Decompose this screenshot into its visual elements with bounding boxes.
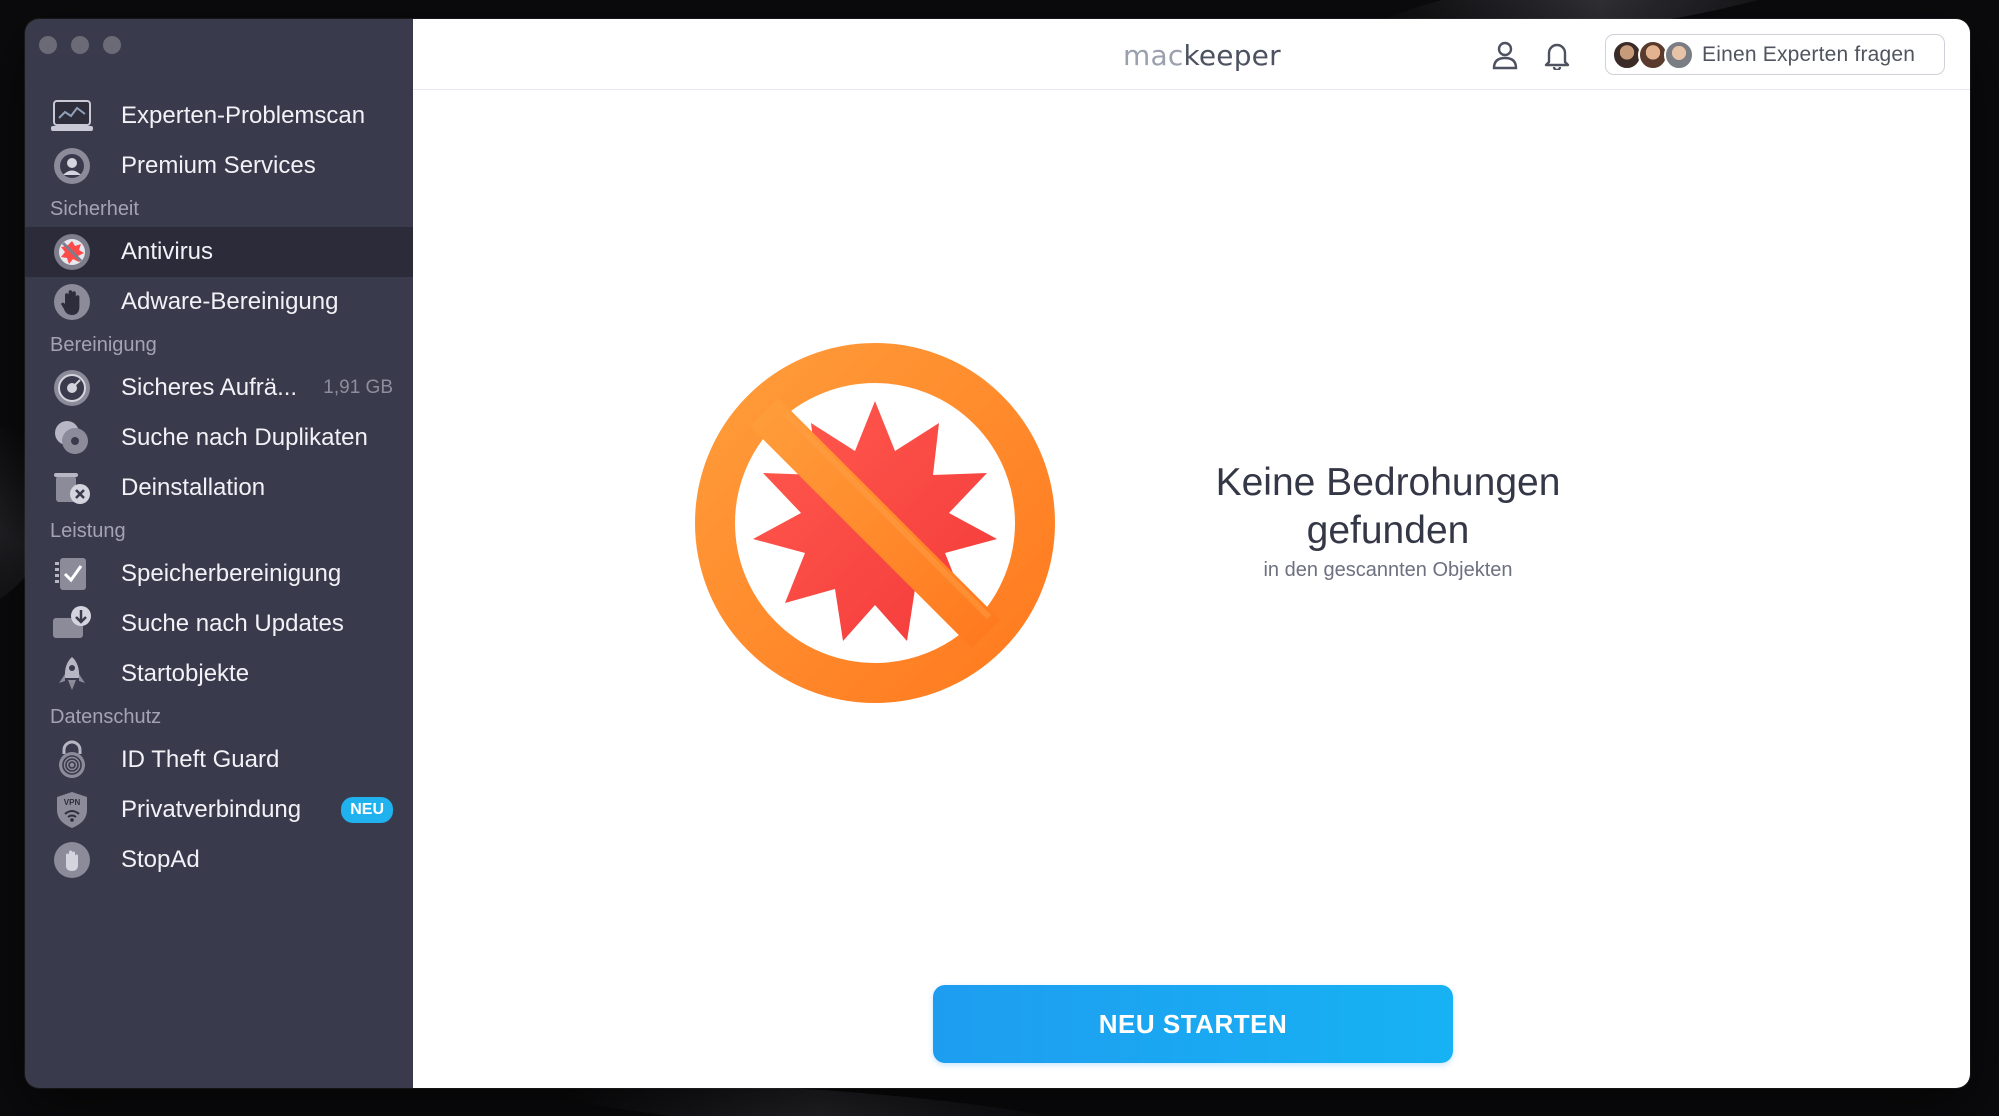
safe-cleanup-icon [50,366,94,410]
section-label-performance: Leistung [50,520,126,542]
memory-cleaner-icon [50,552,94,596]
sidebar-item-label: StopAd [121,846,200,873]
rocket-icon [50,652,94,696]
no-threat-icon [695,343,1055,703]
result-subtitle: in den gescannten Objekten [1263,559,1513,581]
notifications-button[interactable] [1541,39,1573,71]
new-badge: NEU [341,797,393,823]
uninstall-icon [50,466,94,510]
zoom-window-button[interactable] [103,36,121,54]
sidebar-item-label: ID Theft Guard [121,746,280,773]
sidebar-item-stopad[interactable]: StopAd [25,835,413,885]
sidebar-item-label: Adware-Bereinigung [121,288,339,315]
scan-result: Keine Bedrohungen gefunden in den gescan… [1163,459,1613,582]
sidebar-item-safe-cleanup[interactable]: Sicheres Aufrä... 1,91 GB [25,363,413,413]
vpn-shield-icon: VPN [50,788,94,832]
premium-services-icon [50,144,94,188]
expert-avatars [1612,39,1694,70]
sidebar-item-uninstaller[interactable]: Deinstallation [25,463,413,513]
sidebar-item-memory-cleaner[interactable]: Speicherbereinigung [25,549,413,599]
sidebar-item-label: Deinstallation [121,474,266,501]
section-label-privacy: Datenschutz [50,706,162,728]
account-button[interactable] [1489,39,1521,71]
top-bar: mackeeper Einen Experten fragen [413,19,1970,90]
app-window: Experten-Problemscan Premium Services Si… [25,19,1970,1088]
sidebar-item-private-connect[interactable]: VPN Privatverbindung NEU [25,785,413,835]
antivirus-icon [50,230,94,274]
stopad-hand-icon [50,838,94,882]
update-tracker-icon [50,602,94,646]
sidebar-item-expert-scan[interactable]: Experten-Problemscan [25,91,413,141]
hand-icon [50,280,94,324]
sidebar-item-antivirus[interactable]: Antivirus [25,227,413,277]
sidebar-item-label: Suche nach Updates [121,610,344,637]
storage-size-label: 1,91 GB [323,377,393,398]
minimize-window-button[interactable] [71,36,89,54]
fingerprint-lock-icon [50,738,94,782]
sidebar-item-label: Startobjekte [121,660,250,687]
sidebar-nav: Experten-Problemscan Premium Services Si… [25,91,413,885]
sidebar-item-label: Experten-Problemscan [121,102,366,129]
sidebar-item-label: Speicherbereinigung [121,560,342,587]
sidebar-item-label: Sicheres Aufrä... [121,374,298,401]
sidebar: Experten-Problemscan Premium Services Si… [25,19,413,1088]
duplicates-icon [50,416,94,460]
close-window-button[interactable] [39,36,57,54]
svg-text:VPN: VPN [64,798,81,807]
avatar [1664,39,1694,70]
sidebar-item-label: Premium Services [121,152,316,179]
sidebar-item-update-tracker[interactable]: Suche nach Updates [25,599,413,649]
ask-expert-label: Einen Experten fragen [1702,42,1916,66]
sidebar-item-label: Suche nach Duplikaten [121,424,368,451]
sidebar-item-login-items[interactable]: Startobjekte [25,649,413,699]
sidebar-item-id-theft-guard[interactable]: ID Theft Guard [25,735,413,785]
ask-expert-button[interactable]: Einen Experten fragen [1605,34,1945,75]
user-icon [1492,41,1518,70]
sidebar-item-duplicates-finder[interactable]: Suche nach Duplikaten [25,413,413,463]
sidebar-item-label: Antivirus [121,238,214,265]
sidebar-item-label: Privatverbindung [121,796,302,823]
app-logo: mackeeper [1123,39,1281,72]
section-label-cleaning: Bereinigung [50,334,157,356]
window-controls [39,36,121,54]
laptop-scan-icon [50,94,94,138]
bell-icon [1544,43,1570,70]
restart-scan-button[interactable]: NEU STARTEN [933,985,1453,1063]
sidebar-item-adware-cleaner[interactable]: Adware-Bereinigung [25,277,413,327]
result-title: Keine Bedrohungen gefunden [1215,461,1561,552]
sidebar-item-premium-services[interactable]: Premium Services [25,141,413,191]
main-content: mackeeper Einen Experten fragen Keine Be… [413,19,1970,1088]
section-label-security: Sicherheit [50,198,139,220]
